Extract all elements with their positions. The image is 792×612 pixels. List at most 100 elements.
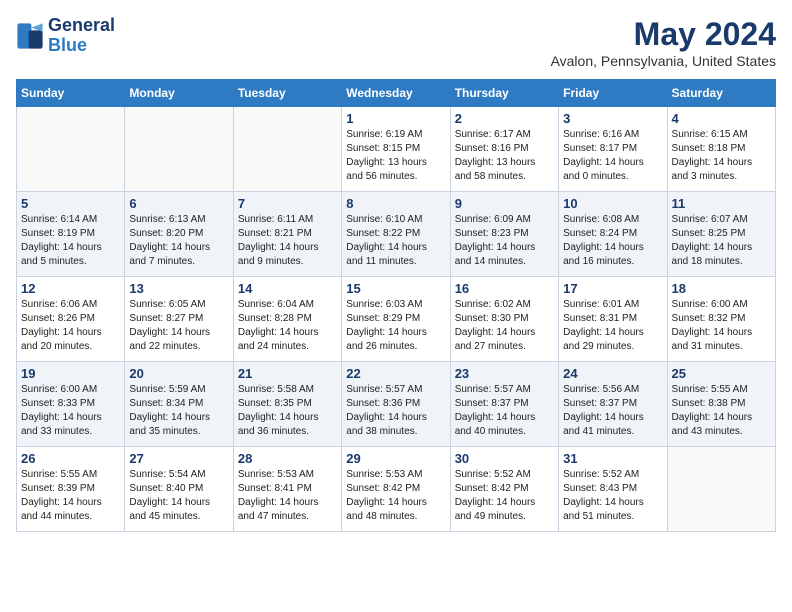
day-number: 9 bbox=[455, 196, 554, 211]
day-number: 22 bbox=[346, 366, 445, 381]
day-info: Sunrise: 6:13 AMSunset: 8:20 PMDaylight:… bbox=[129, 213, 228, 269]
calendar-cell: 27 Sunrise: 5:54 AMSunset: 8:40 PMDayligh… bbox=[125, 447, 233, 532]
calendar-cell: 4 Sunrise: 6:15 AMSunset: 8:18 PMDaylight… bbox=[667, 107, 775, 192]
col-wednesday: Wednesday bbox=[342, 80, 450, 107]
calendar-cell: 11 Sunrise: 6:07 AMSunset: 8:25 PMDayligh… bbox=[667, 192, 775, 277]
day-info: Sunrise: 5:52 AMSunset: 8:42 PMDaylight:… bbox=[455, 468, 554, 524]
calendar-cell: 8 Sunrise: 6:10 AMSunset: 8:22 PMDaylight… bbox=[342, 192, 450, 277]
col-monday: Monday bbox=[125, 80, 233, 107]
calendar-cell bbox=[125, 107, 233, 192]
day-info: Sunrise: 5:57 AMSunset: 8:36 PMDaylight:… bbox=[346, 383, 445, 439]
calendar-cell: 25 Sunrise: 5:55 AMSunset: 8:38 PMDayligh… bbox=[667, 362, 775, 447]
day-info: Sunrise: 6:01 AMSunset: 8:31 PMDaylight:… bbox=[563, 298, 662, 354]
day-info: Sunrise: 5:56 AMSunset: 8:37 PMDaylight:… bbox=[563, 383, 662, 439]
day-info: Sunrise: 6:14 AMSunset: 8:19 PMDaylight:… bbox=[21, 213, 120, 269]
calendar-cell: 23 Sunrise: 5:57 AMSunset: 8:37 PMDayligh… bbox=[450, 362, 558, 447]
day-info: Sunrise: 6:16 AMSunset: 8:17 PMDaylight:… bbox=[563, 128, 662, 184]
day-number: 15 bbox=[346, 281, 445, 296]
calendar-cell: 5 Sunrise: 6:14 AMSunset: 8:19 PMDaylight… bbox=[17, 192, 125, 277]
calendar-cell: 10 Sunrise: 6:08 AMSunset: 8:24 PMDayligh… bbox=[559, 192, 667, 277]
day-info: Sunrise: 6:06 AMSunset: 8:26 PMDaylight:… bbox=[21, 298, 120, 354]
day-number: 26 bbox=[21, 451, 120, 466]
day-number: 20 bbox=[129, 366, 228, 381]
calendar-cell: 3 Sunrise: 6:16 AMSunset: 8:17 PMDaylight… bbox=[559, 107, 667, 192]
main-title: May 2024 bbox=[551, 16, 776, 53]
day-info: Sunrise: 5:55 AMSunset: 8:38 PMDaylight:… bbox=[672, 383, 771, 439]
day-info: Sunrise: 6:05 AMSunset: 8:27 PMDaylight:… bbox=[129, 298, 228, 354]
day-info: Sunrise: 5:55 AMSunset: 8:39 PMDaylight:… bbox=[21, 468, 120, 524]
day-info: Sunrise: 6:19 AMSunset: 8:15 PMDaylight:… bbox=[346, 128, 445, 184]
day-number: 17 bbox=[563, 281, 662, 296]
calendar-row: 1Sunrise: 6:19 AMSunset: 8:15 PMDaylight… bbox=[17, 107, 776, 192]
day-number: 4 bbox=[672, 111, 771, 126]
day-info: Sunrise: 6:07 AMSunset: 8:25 PMDaylight:… bbox=[672, 213, 771, 269]
day-info: Sunrise: 5:57 AMSunset: 8:37 PMDaylight:… bbox=[455, 383, 554, 439]
day-number: 10 bbox=[563, 196, 662, 211]
calendar-row: 26 Sunrise: 5:55 AMSunset: 8:39 PMDayligh… bbox=[17, 447, 776, 532]
calendar-cell: 22 Sunrise: 5:57 AMSunset: 8:36 PMDayligh… bbox=[342, 362, 450, 447]
calendar-cell: 2Sunrise: 6:17 AMSunset: 8:16 PMDaylight… bbox=[450, 107, 558, 192]
day-info: Sunrise: 6:02 AMSunset: 8:30 PMDaylight:… bbox=[455, 298, 554, 354]
day-number: 31 bbox=[563, 451, 662, 466]
day-number: 14 bbox=[238, 281, 337, 296]
day-info: Sunrise: 6:17 AMSunset: 8:16 PMDaylight:… bbox=[455, 128, 554, 184]
title-block: May 2024 Avalon, Pennsylvania, United St… bbox=[551, 16, 776, 69]
calendar-cell: 14 Sunrise: 6:04 AMSunset: 8:28 PMDayligh… bbox=[233, 277, 341, 362]
calendar-cell: 18Sunrise: 6:00 AMSunset: 8:32 PMDayligh… bbox=[667, 277, 775, 362]
calendar-cell: 20 Sunrise: 5:59 AMSunset: 8:34 PMDayligh… bbox=[125, 362, 233, 447]
day-info: Sunrise: 5:53 AMSunset: 8:42 PMDaylight:… bbox=[346, 468, 445, 524]
calendar-row: 12 Sunrise: 6:06 AMSunset: 8:26 PMDayligh… bbox=[17, 277, 776, 362]
calendar-cell bbox=[17, 107, 125, 192]
calendar-cell: 31Sunrise: 5:52 AMSunset: 8:43 PMDayligh… bbox=[559, 447, 667, 532]
day-info: Sunrise: 6:15 AMSunset: 8:18 PMDaylight:… bbox=[672, 128, 771, 184]
day-info: Sunrise: 6:08 AMSunset: 8:24 PMDaylight:… bbox=[563, 213, 662, 269]
col-saturday: Saturday bbox=[667, 80, 775, 107]
day-number: 23 bbox=[455, 366, 554, 381]
page-header: General Blue May 2024 Avalon, Pennsylvan… bbox=[16, 16, 776, 69]
calendar-cell: 28Sunrise: 5:53 AMSunset: 8:41 PMDayligh… bbox=[233, 447, 341, 532]
day-info: Sunrise: 6:09 AMSunset: 8:23 PMDaylight:… bbox=[455, 213, 554, 269]
day-number: 30 bbox=[455, 451, 554, 466]
day-number: 21 bbox=[238, 366, 337, 381]
col-thursday: Thursday bbox=[450, 80, 558, 107]
logo: General Blue bbox=[16, 16, 115, 56]
day-number: 18 bbox=[672, 281, 771, 296]
day-info: Sunrise: 5:59 AMSunset: 8:34 PMDaylight:… bbox=[129, 383, 228, 439]
logo-icon bbox=[16, 22, 44, 50]
calendar-cell: 21 Sunrise: 5:58 AMSunset: 8:35 PMDayligh… bbox=[233, 362, 341, 447]
day-number: 25 bbox=[672, 366, 771, 381]
calendar-cell: 12 Sunrise: 6:06 AMSunset: 8:26 PMDayligh… bbox=[17, 277, 125, 362]
day-info: Sunrise: 5:58 AMSunset: 8:35 PMDaylight:… bbox=[238, 383, 337, 439]
calendar-cell: 13 Sunrise: 6:05 AMSunset: 8:27 PMDayligh… bbox=[125, 277, 233, 362]
day-number: 5 bbox=[21, 196, 120, 211]
day-number: 16 bbox=[455, 281, 554, 296]
day-number: 19 bbox=[21, 366, 120, 381]
day-info: Sunrise: 6:00 AMSunset: 8:33 PMDaylight:… bbox=[21, 383, 120, 439]
day-number: 11 bbox=[672, 196, 771, 211]
calendar-cell: 16 Sunrise: 6:02 AMSunset: 8:30 PMDayligh… bbox=[450, 277, 558, 362]
calendar-cell bbox=[233, 107, 341, 192]
calendar-cell: 29 Sunrise: 5:53 AMSunset: 8:42 PMDayligh… bbox=[342, 447, 450, 532]
day-info: Sunrise: 5:54 AMSunset: 8:40 PMDaylight:… bbox=[129, 468, 228, 524]
day-number: 13 bbox=[129, 281, 228, 296]
calendar-cell: 26 Sunrise: 5:55 AMSunset: 8:39 PMDayligh… bbox=[17, 447, 125, 532]
day-number: 6 bbox=[129, 196, 228, 211]
calendar-cell: 9 Sunrise: 6:09 AMSunset: 8:23 PMDaylight… bbox=[450, 192, 558, 277]
calendar-cell: 24Sunrise: 5:56 AMSunset: 8:37 PMDayligh… bbox=[559, 362, 667, 447]
day-number: 3 bbox=[563, 111, 662, 126]
day-number: 29 bbox=[346, 451, 445, 466]
day-number: 27 bbox=[129, 451, 228, 466]
day-number: 28 bbox=[238, 451, 337, 466]
day-info: Sunrise: 6:04 AMSunset: 8:28 PMDaylight:… bbox=[238, 298, 337, 354]
calendar-cell: 15Sunrise: 6:03 AMSunset: 8:29 PMDayligh… bbox=[342, 277, 450, 362]
calendar-table: Sunday Monday Tuesday Wednesday Thursday… bbox=[16, 79, 776, 532]
calendar-cell: 17 Sunrise: 6:01 AMSunset: 8:31 PMDayligh… bbox=[559, 277, 667, 362]
logo-text: General Blue bbox=[48, 16, 115, 56]
calendar-cell: 7Sunrise: 6:11 AMSunset: 8:21 PMDaylight… bbox=[233, 192, 341, 277]
day-info: Sunrise: 6:10 AMSunset: 8:22 PMDaylight:… bbox=[346, 213, 445, 269]
sub-title: Avalon, Pennsylvania, United States bbox=[551, 53, 776, 69]
col-tuesday: Tuesday bbox=[233, 80, 341, 107]
col-sunday: Sunday bbox=[17, 80, 125, 107]
day-number: 8 bbox=[346, 196, 445, 211]
day-number: 12 bbox=[21, 281, 120, 296]
